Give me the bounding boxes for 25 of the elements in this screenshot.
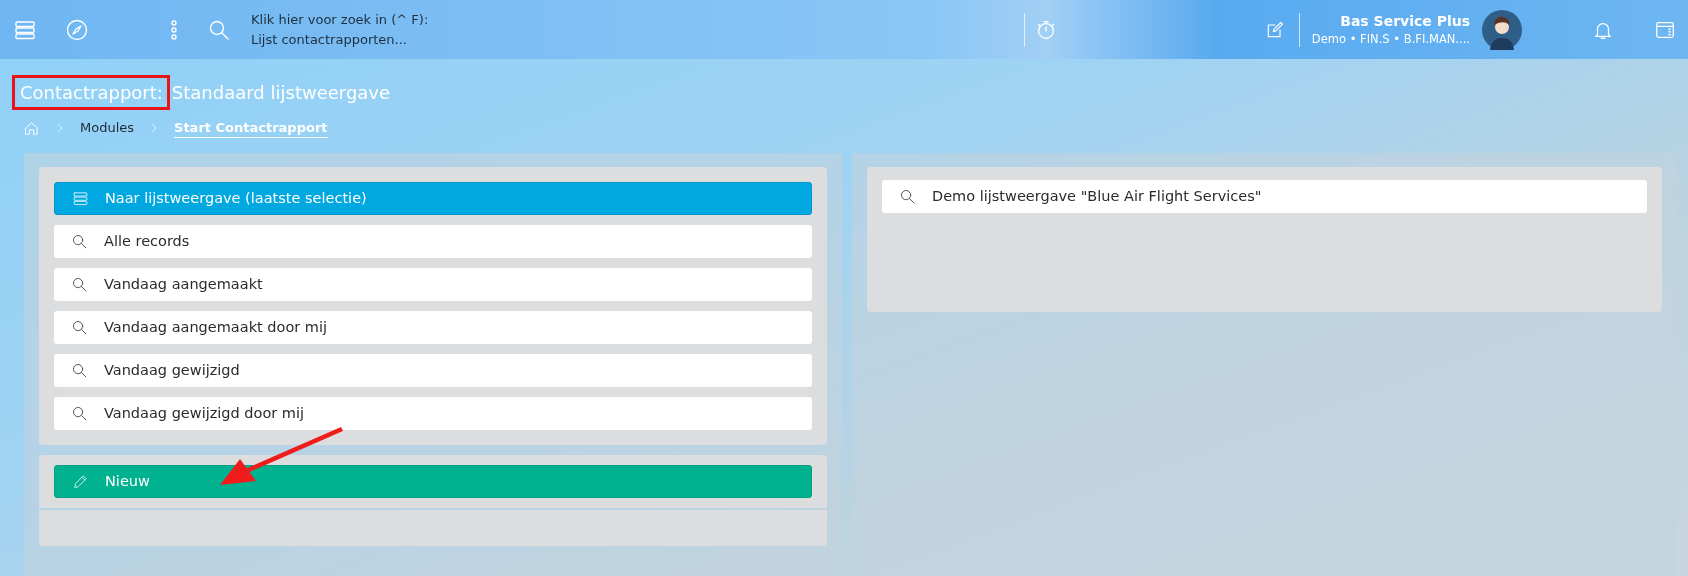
search-preset-button[interactable]: Vandaag gewijzigd xyxy=(54,354,812,387)
avatar[interactable] xyxy=(1482,9,1522,50)
page-title-module: Contactrapport: xyxy=(20,80,163,105)
search-preset-button[interactable]: Vandaag gewijzigd door mij xyxy=(54,397,812,430)
compass-icon[interactable] xyxy=(65,17,89,42)
search-preset-button[interactable]: Vandaag aangemaakt door mij xyxy=(54,311,812,344)
search-icon xyxy=(70,276,88,293)
pencil-icon xyxy=(71,473,89,490)
search-icon xyxy=(70,405,88,422)
search-preset-button[interactable]: Vandaag aangemaakt xyxy=(54,268,812,301)
home-icon[interactable] xyxy=(23,119,40,137)
list-icon xyxy=(71,190,89,207)
search-icon xyxy=(70,319,88,336)
search-preset-button[interactable]: Demo lijstweergave "Blue Air Flight Services" xyxy=(882,180,1647,213)
search-icon xyxy=(70,362,88,379)
page-title-view: Standaard lijstweergave xyxy=(171,80,391,105)
search-context: Lijst contactrapporten... xyxy=(251,30,408,49)
search-hint[interactable]: Klik hier voor zoek in (^ F): xyxy=(251,9,429,30)
user-detail: Demo • FIN.S • B.FI.MAN.... xyxy=(1311,30,1470,48)
search-preset-button[interactable]: Alle records xyxy=(54,225,812,258)
breadcrumb-link[interactable]: Modules xyxy=(80,118,135,138)
user-name: Bas Service Plus xyxy=(1340,11,1470,30)
more-icon[interactable] xyxy=(169,17,179,42)
search-icon xyxy=(898,188,916,205)
search-icon xyxy=(70,233,88,250)
